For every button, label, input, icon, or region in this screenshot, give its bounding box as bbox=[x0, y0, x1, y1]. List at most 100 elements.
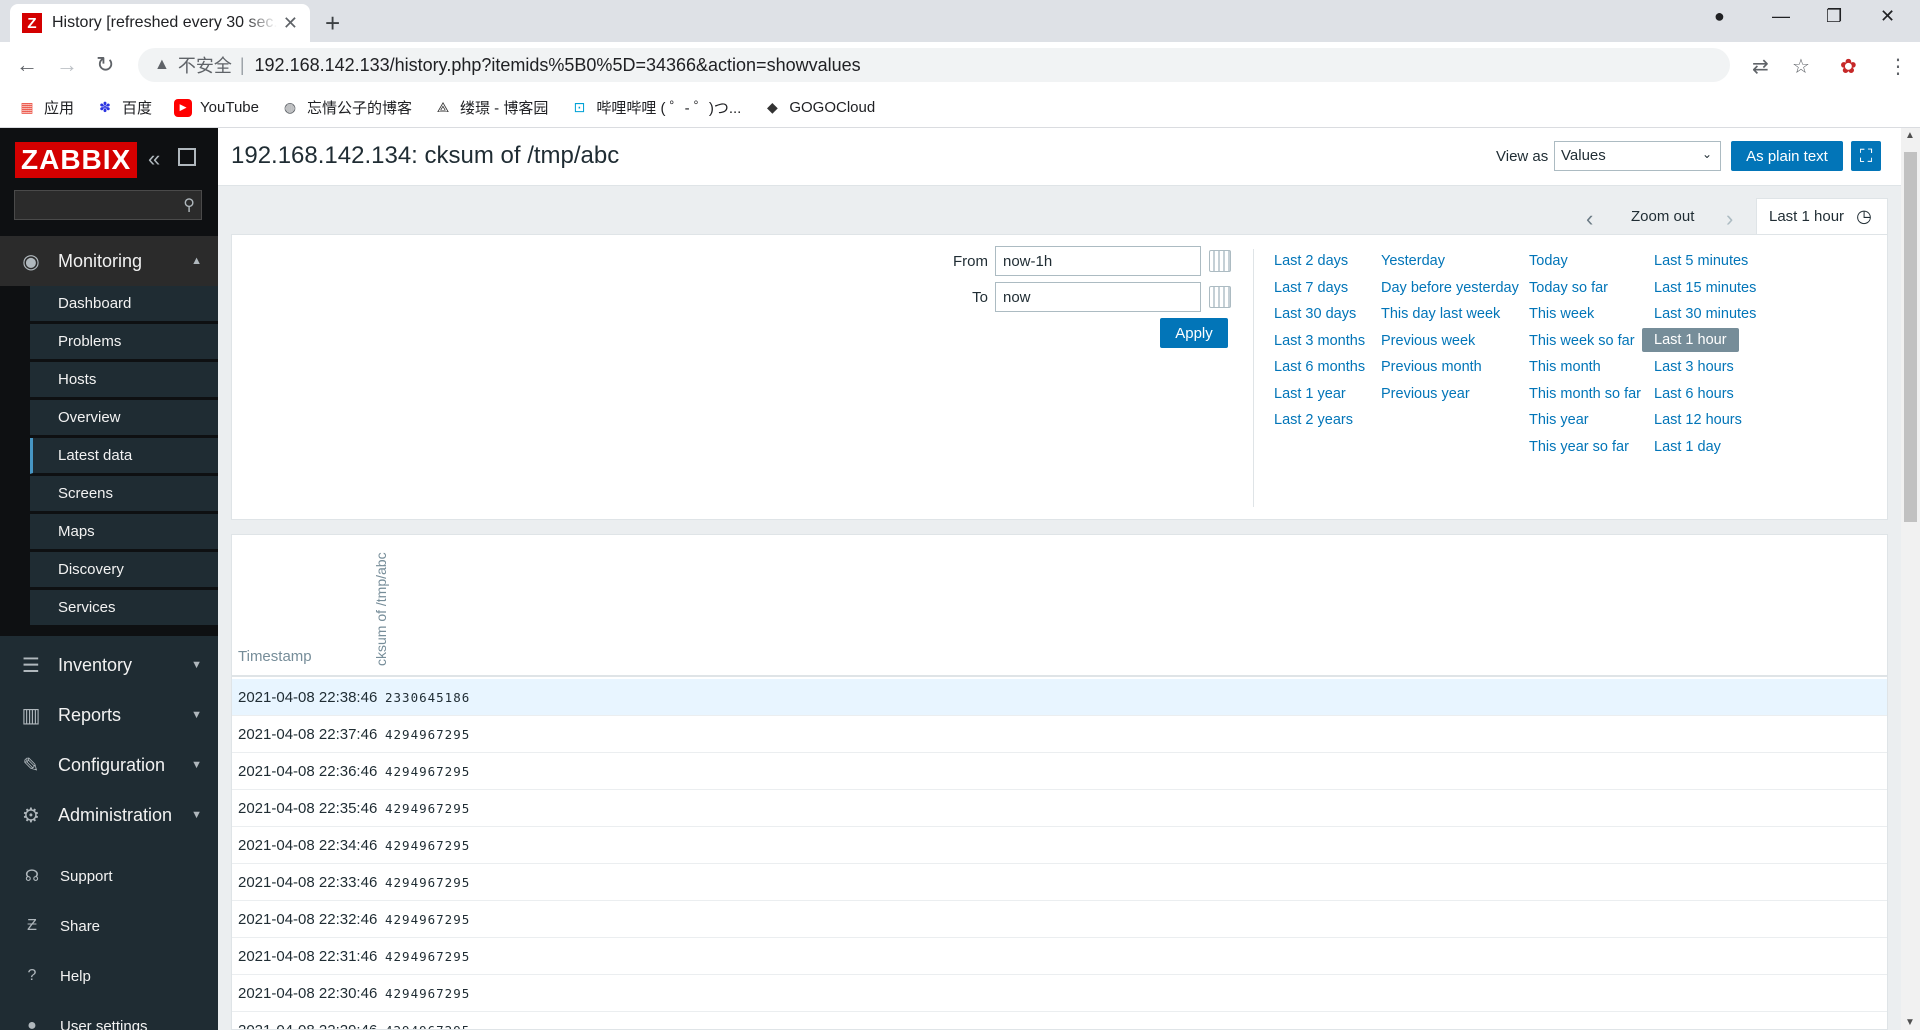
profile-avatar-icon[interactable]: ✿ bbox=[1840, 54, 1857, 79]
quick-range-last-2-days[interactable]: Last 2 days bbox=[1274, 253, 1348, 269]
chevron-down-icon: ▼ bbox=[191, 809, 202, 821]
scroll-down-icon[interactable]: ▼ bbox=[1905, 1017, 1915, 1028]
quick-range-previous-year[interactable]: Previous year bbox=[1381, 386, 1470, 402]
bar-chart-icon: ▥ bbox=[21, 704, 41, 727]
page-title: 192.168.142.134: cksum of /tmp/abc bbox=[231, 142, 620, 169]
sidebar-item-services[interactable]: Services bbox=[30, 590, 218, 626]
menu-reports[interactable]: ▥ Reports ▼ bbox=[0, 690, 218, 740]
quick-range-last-3-hours[interactable]: Last 3 hours bbox=[1654, 359, 1734, 375]
bookmark-gogocloud[interactable]: ◆ GOGOCloud bbox=[763, 99, 875, 117]
menu-help[interactable]: ? Help bbox=[0, 956, 218, 996]
reload-icon[interactable]: ↻ bbox=[96, 52, 114, 78]
quick-range-last-1-hour[interactable]: Last 1 hour bbox=[1642, 327, 1739, 352]
quick-range-this-month[interactable]: This month bbox=[1529, 359, 1601, 375]
bookmark-apps[interactable]: ▦ 应用 bbox=[18, 97, 74, 118]
time-period-tab[interactable]: Last 1 hour ◷ bbox=[1756, 198, 1888, 234]
quick-range-last-5-minutes[interactable]: Last 5 minutes bbox=[1654, 253, 1748, 269]
quick-range-this-month-so-far[interactable]: This month so far bbox=[1529, 386, 1641, 402]
quick-range-last-15-minutes[interactable]: Last 15 minutes bbox=[1654, 280, 1756, 296]
calendar-icon[interactable] bbox=[1209, 250, 1231, 272]
sidebar-item-problems[interactable]: Problems bbox=[30, 324, 218, 360]
bookmark-baidu[interactable]: ✽ 百度 bbox=[96, 97, 152, 118]
menu-monitoring[interactable]: ◉ Monitoring ▲ bbox=[0, 236, 218, 286]
quick-range-this-week-so-far[interactable]: This week so far bbox=[1529, 333, 1635, 349]
menu-label: Configuration bbox=[58, 754, 166, 775]
bookmark-cnblogs[interactable]: ⟁ 缕璟 - 博客园 bbox=[434, 97, 549, 118]
sidebar-item-discovery[interactable]: Discovery bbox=[30, 552, 218, 588]
quick-range-this-day-last-week[interactable]: This day last week bbox=[1381, 306, 1500, 322]
apply-button[interactable]: Apply bbox=[1160, 318, 1228, 348]
quick-range-last-1-year[interactable]: Last 1 year bbox=[1274, 386, 1346, 402]
close-window-icon[interactable]: ✕ bbox=[1880, 6, 1895, 27]
as-plain-text-button[interactable]: As plain text bbox=[1731, 141, 1843, 171]
calendar-icon[interactable] bbox=[1209, 286, 1231, 308]
new-tab-icon[interactable]: + bbox=[325, 8, 340, 39]
minimize-icon[interactable]: — bbox=[1772, 6, 1790, 27]
column-item: cksum of /tmp/abc bbox=[373, 552, 389, 666]
menu-inventory[interactable]: ☰ Inventory ▼ bbox=[0, 640, 218, 690]
menu-support[interactable]: ☊ Support bbox=[0, 856, 218, 896]
browser-menu-icon[interactable]: ⋮ bbox=[1888, 54, 1908, 79]
zoom-out-button[interactable]: Zoom out bbox=[1631, 208, 1694, 225]
bookmark-bilibili[interactable]: ⊡ 哔哩哔哩 ( ゜- ゜)つ... bbox=[570, 97, 741, 118]
menu-label: Support bbox=[60, 867, 113, 885]
view-as-select[interactable]: Values ⌄ bbox=[1554, 141, 1721, 171]
collapse-sidebar-icon[interactable]: « bbox=[148, 146, 160, 172]
quick-range-last-12-hours[interactable]: Last 12 hours bbox=[1654, 412, 1742, 428]
from-input[interactable]: now-1h bbox=[995, 246, 1201, 276]
quick-range-day-before-yesterday[interactable]: Day before yesterday bbox=[1381, 280, 1519, 296]
page-scrollbar[interactable]: ▲ ▼ bbox=[1901, 128, 1920, 1030]
menu-administration[interactable]: ⚙ Administration ▼ bbox=[0, 790, 218, 840]
quick-range-previous-month[interactable]: Previous month bbox=[1381, 359, 1482, 375]
sidebar-item-maps[interactable]: Maps bbox=[30, 514, 218, 550]
restore-icon[interactable]: ❐ bbox=[1826, 6, 1842, 27]
bookmark-blog[interactable]: ◍ 忘情公子的博客 bbox=[281, 97, 412, 118]
user-icon: ● bbox=[27, 1017, 37, 1030]
quick-range-this-year-so-far[interactable]: This year so far bbox=[1529, 439, 1629, 455]
scroll-up-icon[interactable]: ▲ bbox=[1905, 130, 1915, 141]
quick-range-last-7-days[interactable]: Last 7 days bbox=[1274, 280, 1348, 296]
url-omnibox[interactable]: ▲ 不安全 | 192.168.142.133/history.php?item… bbox=[138, 48, 1730, 82]
quick-range-today[interactable]: Today bbox=[1529, 253, 1568, 269]
quick-range-yesterday[interactable]: Yesterday bbox=[1381, 253, 1445, 269]
to-input[interactable]: now bbox=[995, 282, 1201, 312]
menu-configuration[interactable]: ✎ Configuration ▼ bbox=[0, 740, 218, 790]
zabbix-logo[interactable]: ZABBIX bbox=[15, 142, 138, 178]
chevron-left-icon[interactable]: ‹ bbox=[1586, 206, 1593, 232]
bookmark-youtube[interactable]: ▶ YouTube bbox=[174, 98, 259, 117]
fullscreen-button[interactable]: ⛶ bbox=[1851, 141, 1881, 171]
back-icon[interactable]: ← bbox=[16, 52, 38, 78]
quick-range-last-2-years[interactable]: Last 2 years bbox=[1274, 412, 1353, 428]
sidebar-item-hosts[interactable]: Hosts bbox=[30, 362, 218, 398]
menu-share[interactable]: Ƶ Share bbox=[0, 906, 218, 946]
menu-user-settings[interactable]: ● User settings bbox=[0, 1006, 218, 1030]
quick-range-last-6-months[interactable]: Last 6 months bbox=[1274, 359, 1365, 375]
table-row: 2021-04-08 22:38:46 2330645186 bbox=[232, 679, 1887, 716]
forward-icon[interactable]: → bbox=[56, 52, 78, 78]
sidebar-item-dashboard[interactable]: Dashboard bbox=[30, 286, 218, 322]
quick-range-last-30-minutes[interactable]: Last 30 minutes bbox=[1654, 306, 1756, 322]
search-icon[interactable]: ⚲ bbox=[183, 195, 195, 215]
sidebar-search-input[interactable]: ⚲ bbox=[14, 190, 202, 220]
sidebar-item-latest-data[interactable]: Latest data bbox=[30, 438, 218, 474]
menu-label: User settings bbox=[60, 1017, 148, 1030]
gogocloud-icon: ◆ bbox=[766, 99, 778, 115]
kiosk-mode-icon[interactable] bbox=[178, 148, 196, 166]
quick-range-this-year[interactable]: This year bbox=[1529, 412, 1589, 428]
chevron-right-icon[interactable]: › bbox=[1726, 206, 1733, 232]
browser-tab[interactable]: Z History [refreshed every 30 sec.] ✕ bbox=[10, 4, 310, 42]
quick-range-last-6-hours[interactable]: Last 6 hours bbox=[1654, 386, 1734, 402]
quick-range-last-3-months[interactable]: Last 3 months bbox=[1274, 333, 1365, 349]
quick-range-this-week[interactable]: This week bbox=[1529, 306, 1594, 322]
quick-range-today-so-far[interactable]: Today so far bbox=[1529, 280, 1608, 296]
close-tab-icon[interactable]: ✕ bbox=[283, 13, 298, 34]
sidebar-item-overview[interactable]: Overview bbox=[30, 400, 218, 436]
translate-icon[interactable]: ⇄ bbox=[1752, 54, 1769, 79]
bookmark-star-icon[interactable]: ☆ bbox=[1792, 54, 1810, 79]
scrollbar-thumb[interactable] bbox=[1904, 152, 1917, 522]
quick-range-last-1-day[interactable]: Last 1 day bbox=[1654, 439, 1721, 455]
quick-range-previous-week[interactable]: Previous week bbox=[1381, 333, 1475, 349]
profile-menu-icon[interactable]: ● bbox=[1714, 6, 1725, 27]
quick-range-last-30-days[interactable]: Last 30 days bbox=[1274, 306, 1356, 322]
sidebar-item-screens[interactable]: Screens bbox=[30, 476, 218, 512]
